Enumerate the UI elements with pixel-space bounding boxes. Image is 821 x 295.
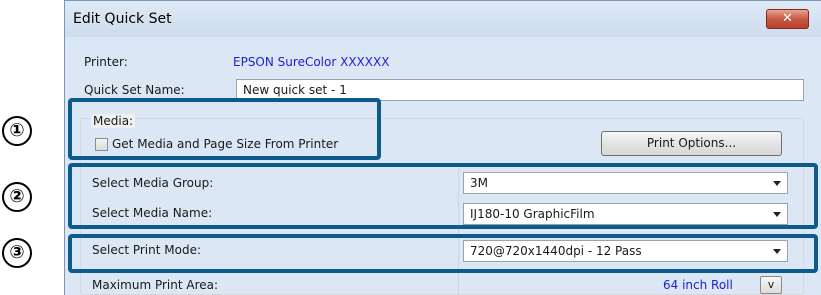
window-title: Edit Quick Set <box>73 11 172 27</box>
max-print-area-label: Maximum Print Area: <box>92 278 219 292</box>
printer-name: EPSON SureColor XXXXXX <box>233 55 390 69</box>
title-bar: Edit Quick Set ✕ <box>65 1 821 37</box>
callout-box-3 <box>68 234 818 273</box>
max-print-area-button-label: v <box>767 278 775 291</box>
callout-box-1 <box>68 98 381 160</box>
close-button[interactable]: ✕ <box>766 9 809 29</box>
printer-label: Printer: <box>84 55 128 69</box>
print-options-button[interactable]: Print Options... <box>601 131 782 156</box>
callout-number-2: ② <box>2 182 32 212</box>
max-print-area-value: 64 inch Roll <box>663 278 733 292</box>
callout-number-3: ③ <box>2 238 32 268</box>
callout-number-1: ① <box>2 116 32 146</box>
callout-box-2 <box>68 163 818 229</box>
quick-set-name-label: Quick Set Name: <box>84 83 185 97</box>
print-options-label: Print Options... <box>646 136 737 150</box>
quick-set-name-value: New quick set - 1 <box>243 83 347 97</box>
close-icon: ✕ <box>782 11 793 26</box>
max-print-area-button[interactable]: v <box>760 276 782 294</box>
